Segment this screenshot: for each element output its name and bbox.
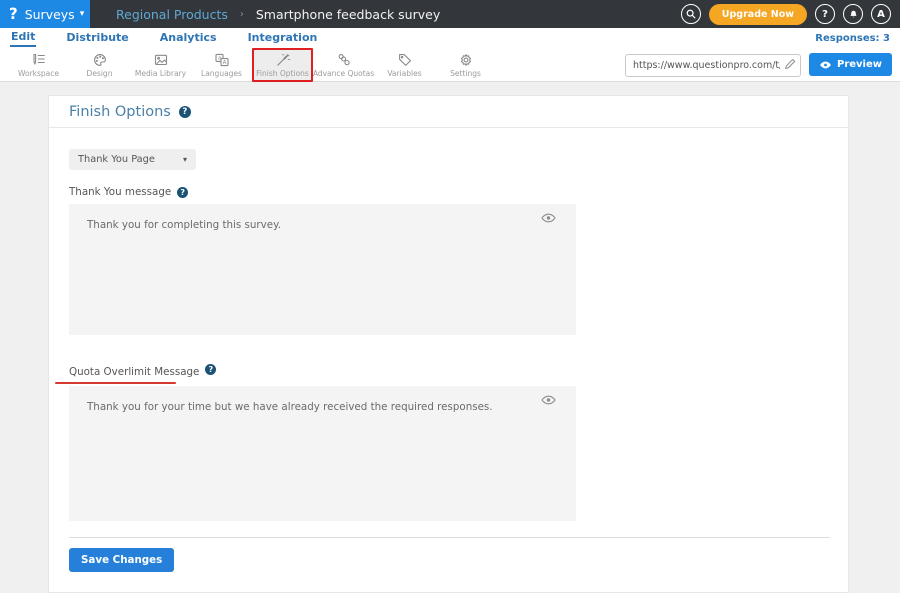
thank-you-message-editor[interactable]: Thank you for completing this survey. (69, 204, 576, 335)
svg-text:A: A (222, 60, 226, 66)
quota-overlimit-text: Thank you for your time but we have alre… (69, 386, 576, 413)
gear-icon (458, 52, 474, 68)
palette-icon (92, 52, 108, 68)
preview-button[interactable]: Preview (809, 53, 892, 76)
magic-wand-icon (275, 52, 291, 68)
search-icon (685, 8, 697, 20)
preview-eye-icon[interactable] (541, 212, 556, 224)
quota-label-row: Quota Overlimit Message ? (69, 360, 828, 379)
workspace-icon (31, 52, 47, 68)
app-menu-label: Surveys (25, 7, 75, 22)
image-icon (153, 52, 169, 68)
chevron-down-icon: ▾ (183, 155, 187, 164)
avatar: A (877, 9, 885, 20)
edit-toolbar: Workspace Design Media Library a A Langu… (0, 48, 900, 82)
breadcrumb-parent[interactable]: Regional Products (116, 7, 228, 22)
thank-you-message-label: Thank You message (69, 186, 171, 198)
red-annotation-underline (55, 382, 176, 385)
finish-options-panel: Finish Options ? Thank You Page ▾ Thank … (48, 95, 849, 593)
tab-edit[interactable]: Edit (10, 29, 36, 47)
preview-eye-icon[interactable] (541, 394, 556, 406)
question-mark-icon: ? (822, 9, 828, 20)
finish-type-dropdown[interactable]: Thank You Page ▾ (69, 149, 196, 170)
bell-icon (848, 9, 859, 20)
survey-url-input[interactable] (625, 54, 801, 77)
quota-overlimit-label: Quota Overlimit Message (69, 366, 199, 378)
chevron-down-icon: ▾ (80, 9, 85, 19)
section-tabs: Edit Distribute Analytics Integration Re… (0, 28, 900, 48)
responses-count[interactable]: Responses: 3 (815, 33, 890, 44)
toolbar-item-variables[interactable]: Variables (374, 48, 435, 82)
svg-text:a: a (218, 55, 221, 61)
account-button[interactable]: A (871, 4, 891, 24)
save-changes-button[interactable]: Save Changes (69, 548, 174, 572)
toolbar-item-languages[interactable]: a A Languages (191, 48, 252, 82)
tab-integration[interactable]: Integration (247, 30, 319, 46)
toolbar-item-advance-quotas[interactable]: Advance Quotas (313, 48, 374, 82)
thank-you-message-text: Thank you for completing this survey. (69, 204, 576, 231)
finish-type-selected-value: Thank You Page (78, 154, 155, 165)
toolbar-item-media-library[interactable]: Media Library (130, 48, 191, 82)
breadcrumb-separator-icon: › (240, 9, 244, 20)
toolbar-item-workspace[interactable]: Workspace (8, 48, 69, 82)
panel-header: Finish Options ? (49, 96, 848, 128)
app-menu[interactable]: ? Surveys ▾ (0, 0, 90, 28)
notifications-button[interactable] (843, 4, 863, 24)
chain-link-icon (336, 52, 352, 68)
thank-you-label-row: Thank You message ? (69, 186, 828, 198)
page-title: Finish Options (69, 104, 171, 120)
translate-icon: a A (214, 52, 230, 68)
page-help-icon[interactable]: ? (179, 106, 191, 118)
tag-icon (397, 52, 413, 68)
toolbar-item-finish-options[interactable]: Finish Options (252, 48, 313, 82)
help-button[interactable]: ? (815, 4, 835, 24)
top-navbar: ? Surveys ▾ Regional Products › Smartpho… (0, 0, 900, 28)
quota-overlimit-editor[interactable]: Thank you for your time but we have alre… (69, 386, 576, 521)
main-content: Finish Options ? Thank You Page ▾ Thank … (0, 82, 900, 593)
tab-analytics[interactable]: Analytics (159, 30, 218, 46)
breadcrumb: Regional Products › Smartphone feedback … (116, 0, 440, 28)
footer-divider (69, 537, 830, 538)
upgrade-now-button[interactable]: Upgrade Now (709, 4, 807, 25)
survey-url-field (625, 53, 801, 77)
edit-url-pencil-icon[interactable] (783, 57, 797, 71)
tab-distribute[interactable]: Distribute (65, 30, 129, 46)
toolbar-item-settings[interactable]: Settings (435, 48, 496, 82)
search-button[interactable] (681, 4, 701, 24)
eye-icon (819, 60, 832, 70)
toolbar-item-design[interactable]: Design (69, 48, 130, 82)
breadcrumb-current: Smartphone feedback survey (256, 7, 440, 22)
thank-you-help-icon[interactable]: ? (177, 187, 188, 198)
questionpro-logo-icon: ? (9, 5, 18, 24)
quota-help-icon[interactable]: ? (205, 364, 216, 375)
